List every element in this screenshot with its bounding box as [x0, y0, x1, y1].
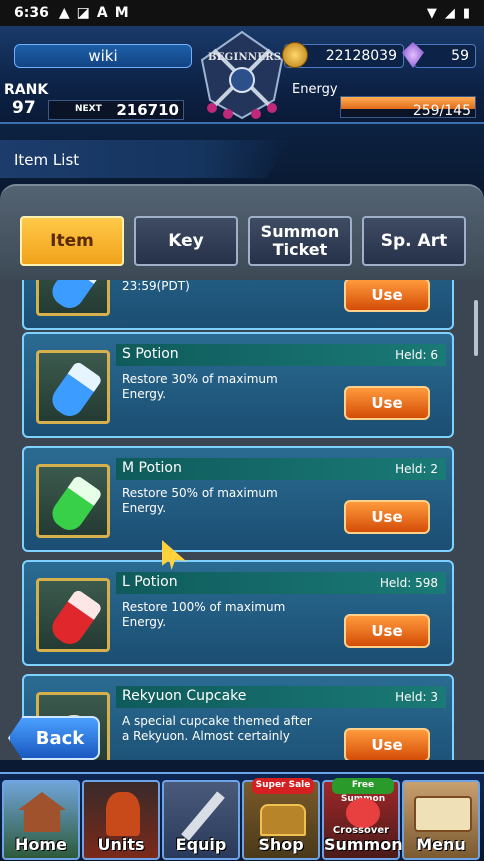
nav-equip[interactable]: Equip	[162, 780, 240, 860]
nav-shop[interactable]: Super Sale Shop	[242, 778, 320, 860]
a-icon: A	[96, 5, 108, 21]
use-button[interactable]: Use	[344, 500, 430, 534]
house-icon	[18, 792, 66, 832]
energy-bar: 259/145	[340, 96, 476, 119]
energy-label: Energy	[292, 82, 338, 97]
item-held-count: Held: 598	[379, 576, 438, 590]
nav-equip-label: Equip	[175, 835, 227, 854]
nav-summon[interactable]: Free Summon Crossover Summon	[322, 778, 403, 860]
list-item: Energy. Good Until: 5/31 23:59(PDT) Use	[22, 280, 454, 330]
nav-home-label: Home	[15, 835, 67, 854]
tab-item[interactable]: Item	[20, 216, 124, 266]
item-list-banner: Item List	[0, 124, 484, 184]
item-name: Rekyuon Cupcake	[122, 688, 247, 704]
super-sale-badge: Super Sale	[252, 778, 314, 794]
item-held-count: Held: 3	[395, 690, 438, 704]
nav-menu[interactable]: Menu	[402, 780, 480, 860]
treasure-chest-icon	[260, 804, 306, 836]
potion-icon	[46, 474, 104, 536]
item-list[interactable]: Energy. Good Until: 5/31 23:59(PDT) Use …	[0, 280, 484, 760]
tab-summon-ticket[interactable]: Summon Ticket	[248, 216, 352, 266]
list-item: L Potion Held: 598 Restore 100% of maxim…	[22, 560, 454, 666]
item-description: Restore 50% of maximum Energy.	[122, 486, 278, 515]
list-scrollbar[interactable]	[474, 300, 478, 356]
next-value: 216710	[116, 101, 179, 119]
use-button[interactable]: Use	[344, 614, 430, 648]
potion-icon	[46, 280, 104, 314]
summon-character-icon	[346, 798, 380, 828]
item-thumbnail	[36, 280, 110, 316]
nav-shop-label: Shop	[258, 835, 304, 854]
list-item: M Potion Held: 2 Restore 50% of maximum …	[22, 446, 454, 552]
page-title: Item List	[14, 151, 80, 169]
item-thumbnail	[36, 578, 110, 652]
nav-summon-label: Summon	[324, 835, 403, 854]
status-bar: 6:36 ▲ ◪ A M ▼ ◢ ▮	[0, 0, 484, 26]
nav-units[interactable]: Units	[82, 780, 160, 860]
bottom-nav: Home Units Equip Super Sale Shop Free Su…	[0, 772, 484, 861]
nav-units-label: Units	[97, 835, 145, 854]
item-thumbnail	[36, 350, 110, 424]
hero-icon	[106, 792, 140, 836]
item-name: L Potion	[122, 574, 178, 590]
player-name[interactable]: wiki	[14, 44, 192, 68]
next-label: NEXT	[75, 104, 102, 114]
item-held-count: Held: 2	[395, 462, 438, 476]
item-description: Restore 100% of maximum Energy.	[122, 600, 286, 629]
next-exp-bar: NEXT 216710	[48, 100, 184, 120]
energy-value: 259/145	[412, 103, 471, 119]
tab-sp-art[interactable]: Sp. Art	[362, 216, 466, 266]
rank-badge: BEGINNERS	[208, 52, 282, 63]
status-time: 6:36	[14, 5, 49, 21]
nav-home[interactable]: Home	[2, 780, 80, 860]
player-header: wiki BEGINNERS 22128039 59 RANK 97 NEXT …	[0, 26, 484, 124]
signal-icon: ◢	[444, 5, 455, 21]
photo-icon: ◪	[76, 5, 90, 21]
list-item: S Potion Held: 6 Restore 30% of maximum …	[22, 332, 454, 438]
category-tabs: Item Key Summon Ticket Sp. Art	[0, 184, 484, 280]
rank-label: RANK	[4, 82, 49, 98]
tab-key[interactable]: Key	[134, 216, 238, 266]
gold-coin-icon	[282, 42, 308, 68]
item-held-count: Held: 6	[395, 348, 438, 362]
m-icon: M	[114, 5, 129, 21]
item-thumbnail	[36, 464, 110, 538]
use-button[interactable]: Use	[344, 386, 430, 420]
item-description: A special cupcake themed after a Rekyuon…	[122, 714, 312, 743]
free-summon-badge: Free Summon	[332, 778, 394, 804]
potion-icon	[46, 360, 104, 422]
item-description: Energy. Good Until: 5/31 23:59(PDT)	[122, 280, 190, 293]
use-button[interactable]: Use	[344, 728, 430, 760]
beginners-emblem-icon[interactable]	[194, 30, 290, 122]
use-button[interactable]: Use	[344, 280, 430, 312]
potion-icon	[46, 588, 104, 650]
wifi-icon: ▼	[426, 5, 437, 21]
warning-icon: ▲	[58, 5, 70, 21]
item-name: S Potion	[122, 346, 179, 362]
nav-menu-label: Menu	[416, 835, 466, 854]
battery-icon: ▮	[462, 5, 470, 21]
sword-icon	[181, 791, 225, 841]
back-button[interactable]: Back	[8, 716, 100, 760]
item-name: M Potion	[122, 460, 182, 476]
item-description: Restore 30% of maximum Energy.	[122, 372, 278, 401]
book-icon	[414, 796, 472, 832]
rank-value: 97	[12, 98, 36, 118]
gem-amount: 59	[414, 44, 476, 68]
